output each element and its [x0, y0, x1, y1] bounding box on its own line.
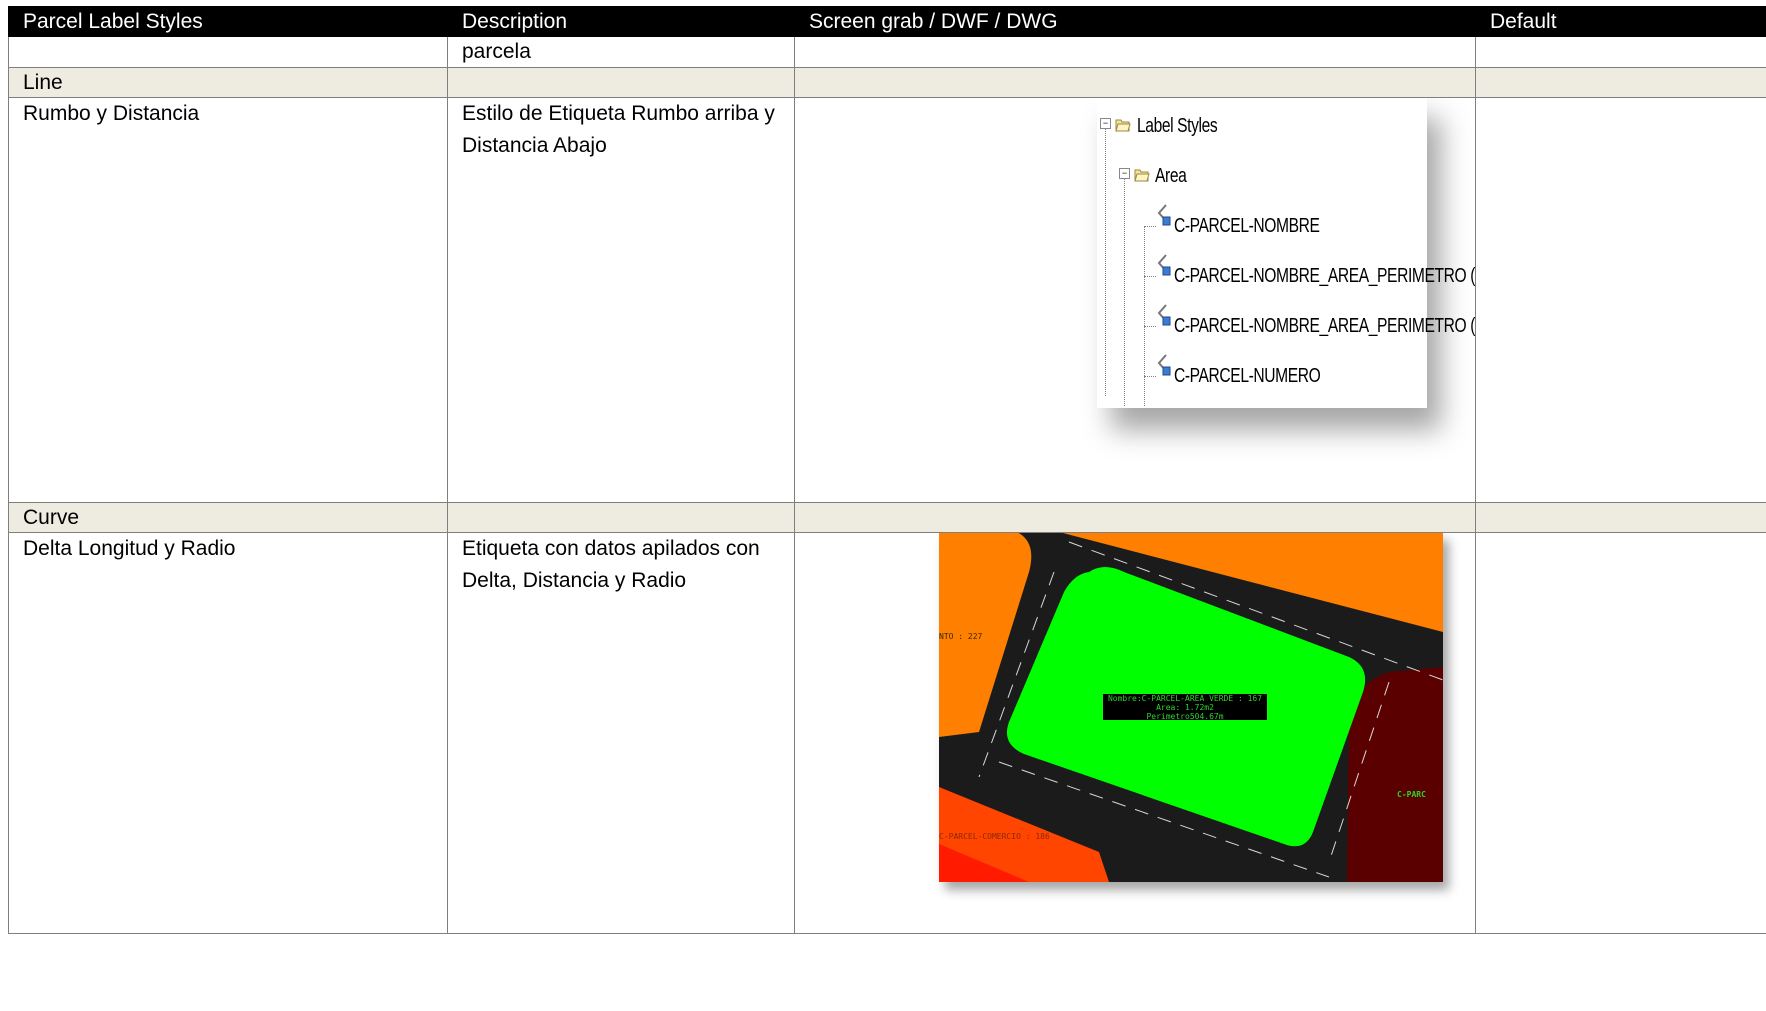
parcel-dark-red: [1347, 667, 1443, 882]
parcel-drawing-screenshot: Nombre:C-PARCEL-AREA VERDE : 167 Area: 1…: [939, 533, 1443, 882]
parcel-right-label: C-PARC: [1397, 790, 1426, 799]
label-style-icon: [1157, 304, 1171, 326]
screen-grab-cell: Nombre:C-PARCEL-AREA VERDE : 167 Area: 1…: [794, 532, 1476, 934]
cell-default: [1475, 532, 1766, 934]
label-style-icon: [1157, 354, 1171, 376]
cell-empty: [794, 36, 1476, 68]
table-row: Delta Longitud y Radio Etiqueta con dato…: [8, 532, 1766, 934]
label-styles-tree-screenshot: − Label Styles − Area C-PARCEL-NOMBRE C-…: [1097, 98, 1475, 408]
tree-node-style[interactable]: C-PARCEL-NOMBRE: [1174, 214, 1320, 238]
section-label-curve: Curve: [8, 502, 448, 533]
table-header-row: Parcel Label Styles Description Screen g…: [8, 6, 1766, 37]
parcel-label-styles-table: Parcel Label Styles Description Screen g…: [8, 6, 1766, 1011]
label-style-icon: [1157, 204, 1171, 226]
cell-parcela: parcela: [447, 36, 795, 68]
style-name-delta: Delta Longitud y Radio: [8, 532, 448, 934]
tree-node-style[interactable]: C-PARCEL-NUMERO: [1174, 364, 1321, 388]
tree-node-label-styles[interactable]: Label Styles: [1137, 114, 1218, 138]
tree-node-style[interactable]: C-PARCEL-NOMBRE_AREA_PERIMETRO (Has): [1174, 264, 1475, 288]
header-screen-grab: Screen grab / DWF / DWG: [794, 6, 1476, 37]
folder-open-icon: [1134, 169, 1150, 182]
expand-minus-icon[interactable]: −: [1100, 118, 1111, 129]
cell-empty: [8, 36, 448, 68]
tree-node-style[interactable]: C-PARCEL-NOMBRE_AREA_PERIMETRO (Metros): [1174, 314, 1475, 338]
parcel-left-label: NTO : 227: [939, 632, 983, 641]
style-description-rumbo: Estilo de Etiqueta Rumbo arriba y Distan…: [447, 97, 795, 503]
cell-empty: [1475, 36, 1766, 68]
section-row-curve: Curve: [8, 502, 1766, 533]
parcel-center-label: Nombre:C-PARCEL-AREA VERDE : 167 Area: 1…: [1103, 694, 1267, 721]
parcel-bottom-label: C-PARCEL-COMERCIO : 186: [939, 832, 1050, 841]
style-description-delta: Etiqueta con datos apilados con Delta, D…: [447, 532, 795, 934]
cell-default: [1475, 97, 1766, 503]
folder-open-icon: [1115, 119, 1131, 132]
header-parcel-label-styles: Parcel Label Styles: [8, 6, 448, 37]
screen-grab-cell: − Label Styles − Area C-PARCEL-NOMBRE C-…: [794, 97, 1476, 503]
expand-minus-icon[interactable]: −: [1119, 168, 1130, 179]
section-label-line: Line: [8, 67, 448, 98]
header-description: Description: [447, 6, 795, 37]
header-default: Default: [1475, 6, 1766, 37]
label-style-icon: [1157, 254, 1171, 276]
style-name-rumbo: Rumbo y Distancia: [8, 97, 448, 503]
tree-node-area[interactable]: Area: [1155, 164, 1187, 188]
section-row-line: Line: [8, 67, 1766, 98]
table-row: Rumbo y Distancia Estilo de Etiqueta Rum…: [8, 97, 1766, 503]
table-row: parcela: [8, 36, 1766, 68]
